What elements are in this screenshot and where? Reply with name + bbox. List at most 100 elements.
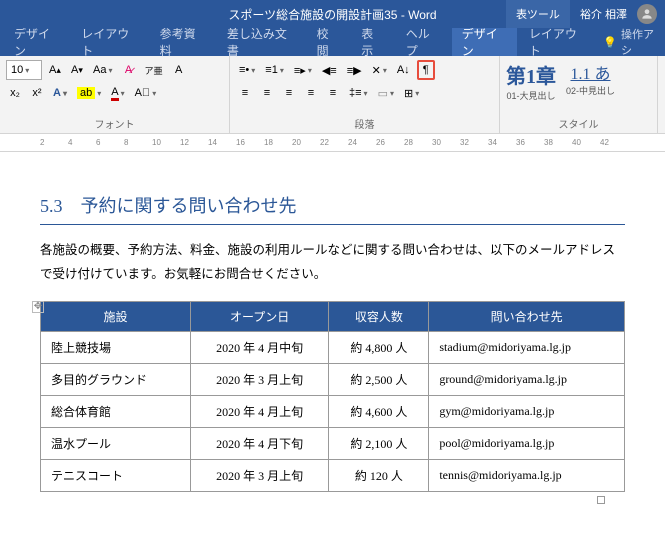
ribbon-group-font: 10▾ A▴ A▾ Aa▾ A̷ ア亜 A x₂ x² A▾ ab▾ A▾ A⃝… — [0, 56, 230, 133]
ribbon: 10▾ A▴ A▾ Aa▾ A̷ ア亜 A x₂ x² A▾ ab▾ A▾ A⃝… — [0, 56, 665, 134]
ruler-mark: 34 — [488, 138, 497, 147]
character-shading-button[interactable]: A⃝▾ — [132, 83, 160, 103]
title-bar: スポーツ総合施設の開設計画35 - Word 表ツール 裕介 相澤 — [0, 0, 665, 28]
cell-contact[interactable]: ground@midoriyama.lg.jp — [429, 363, 625, 395]
tab-review[interactable]: 校閲 — [307, 28, 350, 56]
bullets-button[interactable]: ≡•▾ — [236, 60, 258, 80]
text-effects-button[interactable]: A▾ — [50, 83, 70, 103]
subscript-button[interactable]: x₂ — [6, 83, 24, 103]
facilities-table[interactable]: 施設 オープン日 収容人数 問い合わせ先 陸上競技場2020 年 4 月中旬約 … — [40, 301, 625, 492]
enclose-characters-button[interactable]: A — [170, 60, 188, 80]
tab-layout[interactable]: レイアウト — [71, 28, 147, 56]
tab-help[interactable]: ヘルプ — [396, 28, 450, 56]
table-move-handle-icon[interactable]: ✥ — [32, 301, 44, 313]
show-hide-marks-button[interactable]: ¶ — [417, 60, 435, 80]
cell-open[interactable]: 2020 年 4 月上旬 — [190, 395, 328, 427]
cell-capacity[interactable]: 約 4,800 人 — [329, 331, 429, 363]
ruler-mark: 24 — [348, 138, 357, 147]
align-center-button[interactable]: ≡ — [258, 83, 276, 103]
align-right-button[interactable]: ≡ — [280, 83, 298, 103]
tell-me-search[interactable]: 💡 操作アシ — [603, 26, 661, 58]
horizontal-ruler[interactable]: 24681012141618202224262830323436384042 — [0, 134, 665, 152]
document-page: 5.3 予約に関する問い合わせ先 各施設の概要、予約方法、料金、施設の利用ルール… — [0, 152, 665, 512]
cell-capacity[interactable]: 約 4,600 人 — [329, 395, 429, 427]
cell-contact[interactable]: gym@midoriyama.lg.jp — [429, 395, 625, 427]
change-case-button[interactable]: Aa▾ — [90, 60, 115, 80]
table-row[interactable]: テニスコート2020 年 3 月上旬約 120 人tennis@midoriya… — [41, 459, 625, 491]
user-name: 裕介 相澤 — [580, 6, 627, 22]
numbering-button[interactable]: ≡1▾ — [262, 60, 287, 80]
ribbon-tabs: デザイン レイアウト 参考資料 差し込み文書 校閲 表示 ヘルプ デザイン レイ… — [0, 28, 665, 56]
justify-button[interactable]: ≡ — [302, 83, 320, 103]
ruler-mark: 20 — [292, 138, 301, 147]
ruler-mark: 6 — [96, 138, 100, 147]
align-left-button[interactable]: ≡ — [236, 83, 254, 103]
cell-contact[interactable]: stadium@midoriyama.lg.jp — [429, 331, 625, 363]
contextual-tool-label: 表ツール — [506, 0, 570, 28]
tab-design[interactable]: デザイン — [4, 28, 69, 56]
style-heading2[interactable]: 1.1 あ 02-中見出し — [566, 60, 615, 97]
ribbon-group-paragraph: ≡•▾ ≡1▾ ≡▸▾ ◀≡ ≡▶ ✕▾ A↓ ¶ ≡ ≡ ≡ ≡ ≡ ‡≡▾ … — [230, 56, 500, 133]
ribbon-label-paragraph: 段落 — [236, 114, 493, 131]
multilevel-list-button[interactable]: ≡▸▾ — [291, 60, 315, 80]
shrink-font-button[interactable]: A▾ — [68, 60, 86, 80]
superscript-button[interactable]: x² — [28, 83, 46, 103]
ruler-mark: 32 — [460, 138, 469, 147]
phonetic-guide-button[interactable]: ア亜 — [141, 60, 165, 80]
font-color-button[interactable]: A▾ — [108, 83, 127, 103]
ruler-mark: 12 — [180, 138, 189, 147]
cell-facility[interactable]: 多目的グラウンド — [41, 363, 191, 395]
table-row[interactable]: 総合体育館2020 年 4 月上旬約 4,600 人gym@midoriyama… — [41, 395, 625, 427]
cell-contact[interactable]: tennis@midoriyama.lg.jp — [429, 459, 625, 491]
distributed-button[interactable]: ≡ — [324, 83, 342, 103]
tab-table-layout[interactable]: レイアウト — [519, 28, 595, 56]
cell-open[interactable]: 2020 年 3 月上旬 — [190, 459, 328, 491]
table-header-row: 施設 オープン日 収容人数 問い合わせ先 — [41, 301, 625, 331]
highlight-button[interactable]: ab▾ — [74, 83, 104, 103]
tab-mailings[interactable]: 差し込み文書 — [217, 28, 305, 56]
ruler-mark: 8 — [124, 138, 128, 147]
cell-open[interactable]: 2020 年 4 月下旬 — [190, 427, 328, 459]
table-header: 収容人数 — [329, 301, 429, 331]
ruler-mark: 28 — [404, 138, 413, 147]
table-resize-handle-icon[interactable] — [597, 496, 605, 504]
increase-indent-button[interactable]: ≡▶ — [344, 60, 365, 80]
table-row[interactable]: 多目的グラウンド2020 年 3 月上旬約 2,500 人ground@mido… — [41, 363, 625, 395]
shading-button[interactable]: ▭▾ — [375, 83, 397, 103]
tell-me-label: 操作アシ — [621, 26, 661, 58]
grow-font-button[interactable]: A▴ — [46, 60, 64, 80]
ruler-mark: 26 — [376, 138, 385, 147]
ruler-mark: 38 — [544, 138, 553, 147]
table-header: 施設 — [41, 301, 191, 331]
cell-facility[interactable]: 陸上競技場 — [41, 331, 191, 363]
font-size-input[interactable]: 10▾ — [6, 60, 42, 80]
ruler-mark: 2 — [40, 138, 44, 147]
cell-capacity[interactable]: 約 2,100 人 — [329, 427, 429, 459]
clear-formatting-button[interactable]: A̷ — [119, 60, 137, 80]
user-avatar[interactable] — [637, 4, 657, 24]
cell-open[interactable]: 2020 年 4 月中旬 — [190, 331, 328, 363]
cell-capacity[interactable]: 約 2,500 人 — [329, 363, 429, 395]
ruler-mark: 22 — [320, 138, 329, 147]
tab-table-design[interactable]: デザイン — [452, 28, 517, 56]
cell-contact[interactable]: pool@midoriyama.lg.jp — [429, 427, 625, 459]
ruler-mark: 18 — [264, 138, 273, 147]
cell-facility[interactable]: 温水プール — [41, 427, 191, 459]
cell-open[interactable]: 2020 年 3 月上旬 — [190, 363, 328, 395]
decrease-indent-button[interactable]: ◀≡ — [319, 60, 340, 80]
sort-button[interactable]: A↓ — [394, 60, 413, 80]
tab-view[interactable]: 表示 — [351, 28, 394, 56]
table-row[interactable]: 温水プール2020 年 4 月下旬約 2,100 人pool@midoriyam… — [41, 427, 625, 459]
table-row[interactable]: 陸上競技場2020 年 4 月中旬約 4,800 人stadium@midori… — [41, 331, 625, 363]
ruler-mark: 10 — [152, 138, 161, 147]
table-header: 問い合わせ先 — [429, 301, 625, 331]
ruler-mark: 40 — [572, 138, 581, 147]
borders-button[interactable]: ⊞▾ — [401, 83, 422, 103]
asian-layout-button[interactable]: ✕▾ — [369, 60, 390, 80]
cell-facility[interactable]: テニスコート — [41, 459, 191, 491]
line-spacing-button[interactable]: ‡≡▾ — [346, 83, 371, 103]
cell-capacity[interactable]: 約 120 人 — [329, 459, 429, 491]
cell-facility[interactable]: 総合体育館 — [41, 395, 191, 427]
style-heading1[interactable]: 第1章 01-大見出し — [506, 60, 556, 102]
tab-references[interactable]: 参考資料 — [150, 28, 215, 56]
